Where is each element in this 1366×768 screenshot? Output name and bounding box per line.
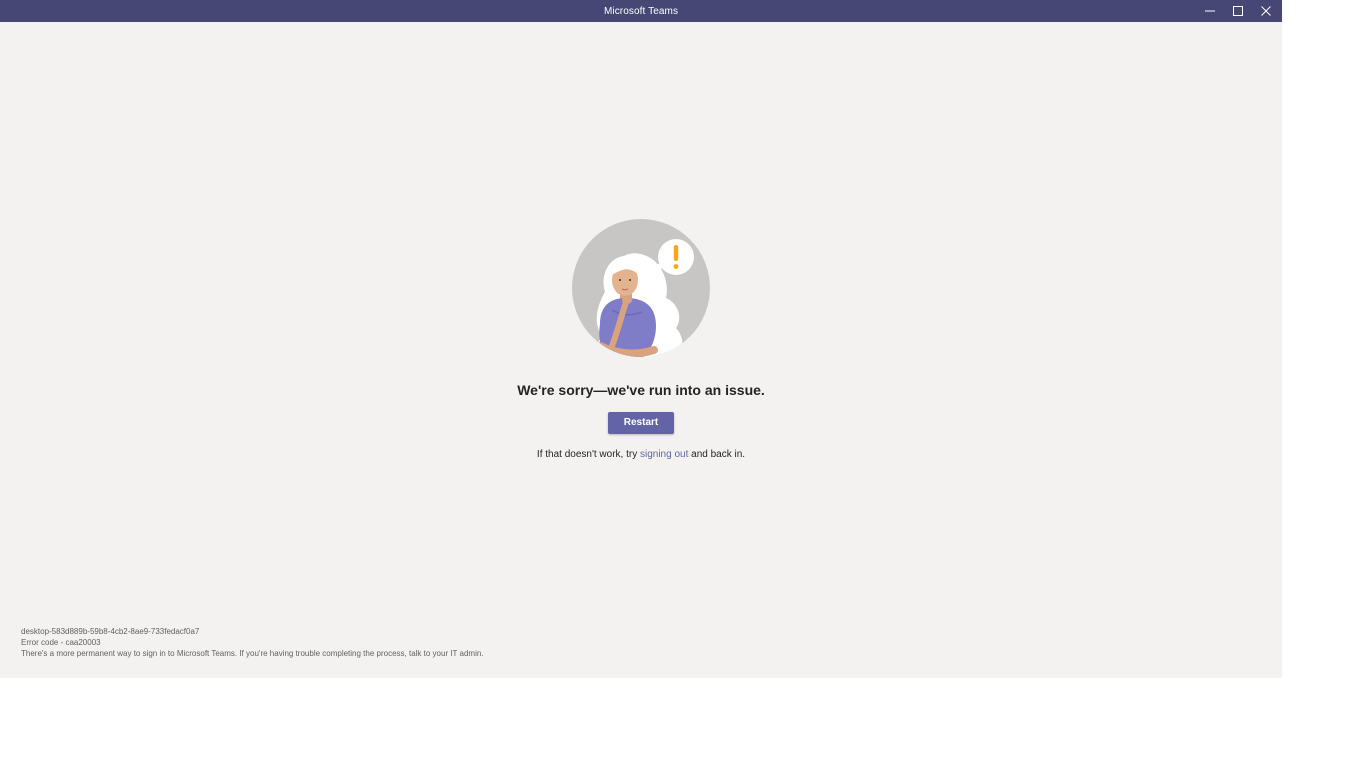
- maximize-button[interactable]: [1224, 0, 1252, 22]
- minimize-icon: [1205, 10, 1215, 12]
- session-id: desktop-583d889b-59b8-4cb2-8ae9-733fedac…: [21, 627, 200, 636]
- admin-info: There's a more permanent way to sign in …: [21, 649, 484, 658]
- minimize-button[interactable]: [1196, 0, 1224, 22]
- sign-out-hint: If that doesn't work, try signing out an…: [391, 449, 891, 460]
- signing-out-link[interactable]: signing out: [640, 449, 688, 460]
- hint-prefix: If that doesn't work, try: [536, 449, 640, 460]
- maximize-icon: [1233, 6, 1243, 16]
- close-icon: [1261, 6, 1271, 16]
- error-heading: We're sorry—we've run into an issue.: [517, 382, 765, 398]
- close-button[interactable]: [1252, 0, 1280, 22]
- restart-button[interactable]: Restart: [608, 412, 674, 434]
- window-title: Microsoft Teams: [603, 6, 679, 17]
- error-code: Error code - caa20003: [21, 638, 101, 647]
- diagnostic-footer: desktop-583d889b-59b8-4cb2-8ae9-733fedac…: [21, 626, 484, 659]
- error-illustration: [572, 219, 710, 357]
- teams-window: Microsoft Teams We're sorry—we've run in…: [0, 0, 1282, 678]
- title-bar[interactable]: Microsoft Teams: [0, 0, 1282, 22]
- hint-suffix: and back in.: [688, 449, 746, 460]
